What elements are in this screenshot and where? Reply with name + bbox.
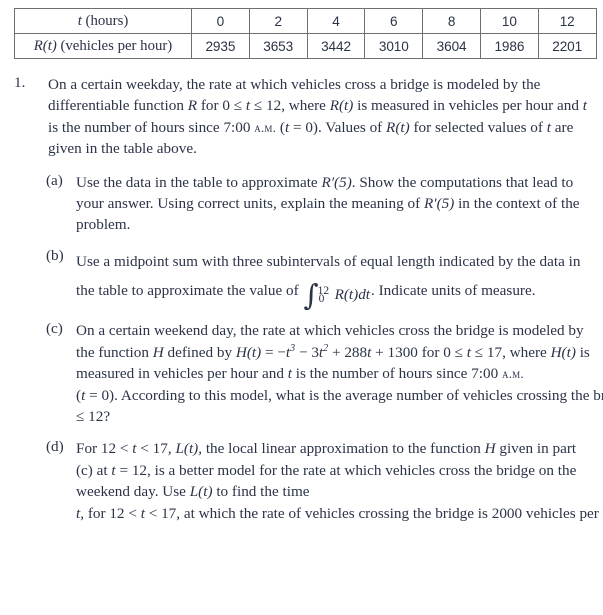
table-row-t: t (hours) 0 2 4 6 8 10 12 xyxy=(14,8,597,34)
part-c-seg-9: ≤ 12? xyxy=(76,408,111,426)
rt-cell-1: 3653 xyxy=(248,33,308,59)
stem-seg-7: = 0). Values of xyxy=(289,118,387,136)
part-b-text: Use a midpoint sum with three subinterva… xyxy=(76,247,590,310)
part-d-text: For 12 < t < 17, L(t), the local linear … xyxy=(76,438,603,524)
stem-seg-4: is measured in vehicles per hour and xyxy=(353,97,583,115)
part-c-var-H: H xyxy=(152,343,164,361)
part-d-var-Lt2: L(t) xyxy=(189,483,213,501)
part-c-seg-6: is the number of hours since 7:00 xyxy=(291,365,503,383)
stem-seg-8: for selected values of xyxy=(409,118,547,136)
equation-constant: + 1300 xyxy=(371,343,418,361)
stem-seg-2: for 0 ≤ xyxy=(197,97,246,115)
stem-ampm: a.m. xyxy=(254,119,277,135)
stem-var-Rt: R(t) xyxy=(329,97,354,115)
values-table: t (hours) 0 2 4 6 8 10 12 R(t) (vehicles… xyxy=(14,8,597,59)
question-part-c: (c) On a certain weekend day, the rate a… xyxy=(0,320,603,427)
part-d-seg-7: , for 12 < xyxy=(80,504,141,522)
stem-var-Rt2: R(t) xyxy=(386,118,410,136)
part-c-ampm: a.m. xyxy=(502,366,524,382)
rt-cell-2: 3442 xyxy=(306,33,366,59)
t-cell-6: 12 xyxy=(537,8,597,34)
part-d-seg-5: = 12, is a better model for the rate at … xyxy=(76,461,577,501)
part-a-seg-1: Use the data in the table to approximate xyxy=(76,173,322,191)
t-cell-2: 4 xyxy=(306,8,366,34)
part-a-math-2: R′(5) xyxy=(423,195,455,213)
part-d-seg-3: , the local linear approximation to the … xyxy=(198,440,485,458)
equation-equals: = − xyxy=(261,343,286,361)
stem-t-zero: (t = 0). Values of xyxy=(276,119,386,136)
part-c-t-zero: (t = 0). According to this model, what i… xyxy=(76,387,603,404)
part-c-text: On a certain weekend day, the rate at wh… xyxy=(76,320,603,427)
part-b-seg-2: . Indicate units of measure. xyxy=(371,281,536,299)
part-c-seg-2: defined by xyxy=(163,343,236,361)
question-number: 1. xyxy=(14,74,26,91)
part-d-var-Lt: L(t) xyxy=(175,440,199,458)
part-d-seg-8: < 17, at which the rate of vehicles cros… xyxy=(148,504,603,522)
stem-range-1: for 0 ≤ t ≤ 12, where xyxy=(197,97,330,114)
t-cell-4: 8 xyxy=(422,8,481,34)
row-header-rt-variable: R(t) xyxy=(33,37,57,54)
rt-cell-5: 1986 xyxy=(479,33,539,59)
row-header-t: t (hours) xyxy=(14,8,192,34)
integral-lower-limit: 0 xyxy=(318,292,325,305)
t-cell-5: 10 xyxy=(479,8,539,34)
data-table-container: t (hours) 0 2 4 6 8 10 12 R(t) (vehicles… xyxy=(14,8,597,59)
part-d-seg-6: to find the time xyxy=(212,483,310,501)
equation-lhs: H(t) xyxy=(235,343,262,361)
rt-cell-3: 3010 xyxy=(364,33,424,59)
part-d-seg-1: For 12 < xyxy=(76,440,133,458)
equation-mid: − 3 xyxy=(295,343,319,361)
part-c-range-1: for 0 ≤ t ≤ 17, where xyxy=(418,344,551,361)
part-c-label: (c) xyxy=(46,320,63,338)
part-a-label: (a) xyxy=(46,171,63,189)
part-c-seg-8: = 0). According to this model, what is t… xyxy=(89,386,603,404)
part-d-seg-2: < 17, xyxy=(136,440,176,458)
stem-var-R: R xyxy=(187,97,198,115)
integral-sign-icon: ∫ xyxy=(303,278,319,313)
stem-var-t2: t xyxy=(582,97,587,115)
part-d-range-1: For 12 < t < 17, xyxy=(76,440,175,457)
part-c-seg-4: ≤ 17, where xyxy=(470,343,551,361)
part-d-range-2: , for 12 < t < 17, at which the rate of … xyxy=(80,505,603,522)
question-parts: (a) Use the data in the table to approxi… xyxy=(0,172,603,524)
part-d-var-H: H xyxy=(484,440,496,458)
row-header-rt: R(t) (vehicles per hour) xyxy=(14,33,192,59)
question-part-b: (b) Use a midpoint sum with three subint… xyxy=(0,247,603,310)
rt-cell-0: 2935 xyxy=(191,33,250,59)
part-c-equation: H(t) = −t3 − 3t2 + 288t + 1300 xyxy=(235,343,418,361)
definite-integral: ∫ 12 0 R(t)dt xyxy=(303,278,371,313)
t-cell-0: 0 xyxy=(191,8,250,34)
question-stem-row: 1. On a certain weekday, the rate at whi… xyxy=(0,74,603,160)
integrand-dt: dt xyxy=(358,286,371,304)
part-d-label: (d) xyxy=(46,438,64,456)
part-c-seg-3: for 0 ≤ xyxy=(417,343,467,361)
question-block: 1. On a certain weekday, the rate at whi… xyxy=(0,74,603,535)
question-part-a: (a) Use the data in the table to approxi… xyxy=(0,172,603,236)
t-cell-3: 6 xyxy=(364,8,424,34)
part-a-math-1: R′(5) xyxy=(321,173,352,191)
t-cell-1: 2 xyxy=(248,8,308,34)
table-row-rt: R(t) (vehicles per hour) 2935 3653 3442 … xyxy=(14,33,597,59)
part-c-var-Ht: H(t) xyxy=(550,343,576,361)
part-a-text: Use the data in the table to approximate… xyxy=(76,172,590,236)
part-b-label: (b) xyxy=(46,246,64,264)
question-part-d: (d) For 12 < t < 17, L(t), the local lin… xyxy=(0,438,603,524)
stem-seg-3: ≤ 12, where xyxy=(250,97,330,115)
rt-cell-6: 2201 xyxy=(537,33,597,59)
row-header-rt-units: (vehicles per hour) xyxy=(56,37,173,54)
integral-limits: 12 0 xyxy=(318,283,335,309)
equation-rest: + 288 xyxy=(328,343,368,361)
integrand-R: R(t) xyxy=(334,286,359,304)
question-stem-text: On a certain weekday, the rate at which … xyxy=(48,74,590,160)
row-header-t-units: (hours) xyxy=(81,12,129,29)
stem-seg-5: is the number of hours since 7:00 xyxy=(48,118,255,136)
rt-cell-4: 3604 xyxy=(422,33,481,59)
stem-seg-6: ( xyxy=(276,118,285,136)
